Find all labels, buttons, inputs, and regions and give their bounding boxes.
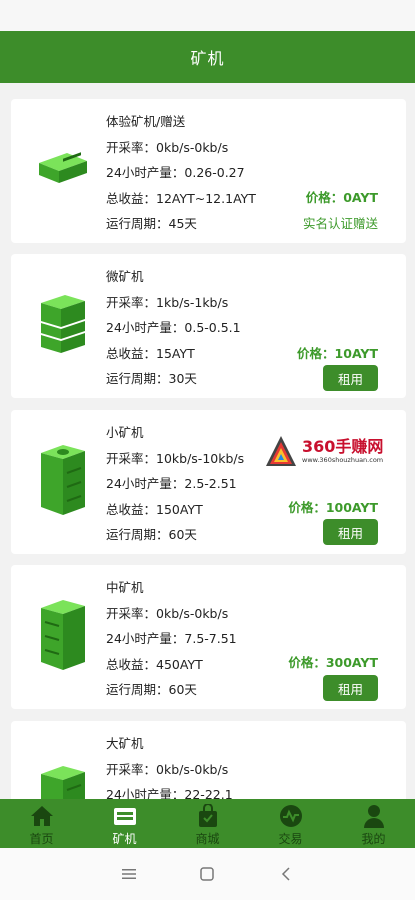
machine-card-trial: 体验矿机/赠送 开采率：0kb/s-0kb/s 24小时产量：0.26-0.27… [11,99,406,243]
trade-icon [278,804,304,828]
machine-income: 总收益：450AYT [106,656,203,672]
mining-machine-icon [33,585,93,685]
tab-label: 我的 [361,832,386,846]
machine-income: 总收益：150AYT [106,501,203,517]
tab-label: 商城 [195,832,220,846]
machine-income: 总收益：12AYT~12.1AYT [106,190,256,206]
machine-cycle: 运行周期：60天 [106,682,197,697]
machine-name: 小矿机 [106,425,144,440]
machine-output: 24小时产量：2.5-2.51 [106,476,237,491]
tab-mine[interactable]: 我的 [332,799,415,848]
machine-cycle: 运行周期：30天 [106,371,197,386]
rent-button[interactable]: 租用 [323,675,378,701]
home-square-icon[interactable] [192,859,222,889]
machine-rate: 开采率：0kb/s-0kb/s [106,761,229,777]
tab-label: 首页 [29,832,54,846]
mining-machine-icon [33,430,93,530]
watermark: 360手赚网 www.360shouzhuan.com [264,433,412,469]
machine-card-medium: 中矿机 开采率：0kb/s-0kb/s 24小时产量：7.5-7.51 总收益：… [11,565,406,709]
machine-price: 价格：10AYT [297,346,378,361]
watermark-logo-icon [266,436,296,466]
page-title: 矿机 [190,49,225,68]
rent-button[interactable]: 租用 [323,519,378,545]
tab-miner[interactable]: 矿机 [83,799,166,848]
tab-home[interactable]: 首页 [0,799,83,848]
machine-price: 价格：0AYT [305,190,378,205]
mining-machine-icon [33,119,93,219]
machine-output: 24小时产量：22-22.1 [106,787,233,799]
mining-machine-icon [33,274,93,374]
machine-output: 24小时产量：0.26-0.27 [106,165,245,180]
bottom-tab-bar: 首页 矿机 商城 交易 我的 [0,799,415,848]
machine-name: 体验矿机/赠送 [106,114,186,129]
miner-icon [112,804,138,828]
watermark-url: www.360shouzhuan.com [302,455,384,464]
machine-card-micro: 微矿机 开采率：1kb/s-1kb/s 24小时产量：0.5-0.5.1 总收益… [11,254,406,398]
user-icon [361,804,387,828]
tab-shop[interactable]: 商城 [166,799,249,848]
machine-price: 价格：300AYT [288,655,378,670]
machine-name: 大矿机 [106,736,144,751]
home-icon [29,804,55,828]
machine-output: 24小时产量：7.5-7.51 [106,631,237,646]
status-bar [0,0,415,31]
tab-trade[interactable]: 交易 [249,799,332,848]
back-icon[interactable] [271,859,301,889]
rent-button[interactable]: 租用 [323,365,378,391]
machine-cycle: 运行周期：45天 [106,216,197,231]
system-nav-bar [0,848,415,900]
watermark-title: 360手赚网 [302,436,384,456]
machine-name: 中矿机 [106,580,144,595]
menu-icon[interactable] [114,859,144,889]
machine-rate: 开采率：0kb/s-0kb/s [106,605,229,621]
mining-machine-icon [33,741,93,799]
machine-card-small: 小矿机 开采率：10kb/s-10kb/s 24小时产量：2.5-2.51 总收… [11,410,406,554]
tab-label: 交易 [278,832,303,846]
machine-cycle: 运行周期：60天 [106,527,197,542]
shopping-bag-icon [195,804,221,828]
machine-income: 总收益：15AYT [106,345,195,361]
app-header: 矿机 [0,31,415,83]
machine-output: 24小时产量：0.5-0.5.1 [106,320,241,335]
machine-card-large: 大矿机 开采率：0kb/s-0kb/s 24小时产量：22-22.1 [11,721,406,799]
machine-name: 微矿机 [106,269,144,284]
machine-rate: 开采率：10kb/s-10kb/s [106,450,245,466]
machine-price: 价格：100AYT [288,500,378,515]
tab-label: 矿机 [112,832,137,846]
machine-rate: 开采率：1kb/s-1kb/s [106,294,229,310]
machine-rate: 开采率：0kb/s-0kb/s [106,139,229,155]
verify-gift-note: 实名认证赠送 [302,216,378,231]
